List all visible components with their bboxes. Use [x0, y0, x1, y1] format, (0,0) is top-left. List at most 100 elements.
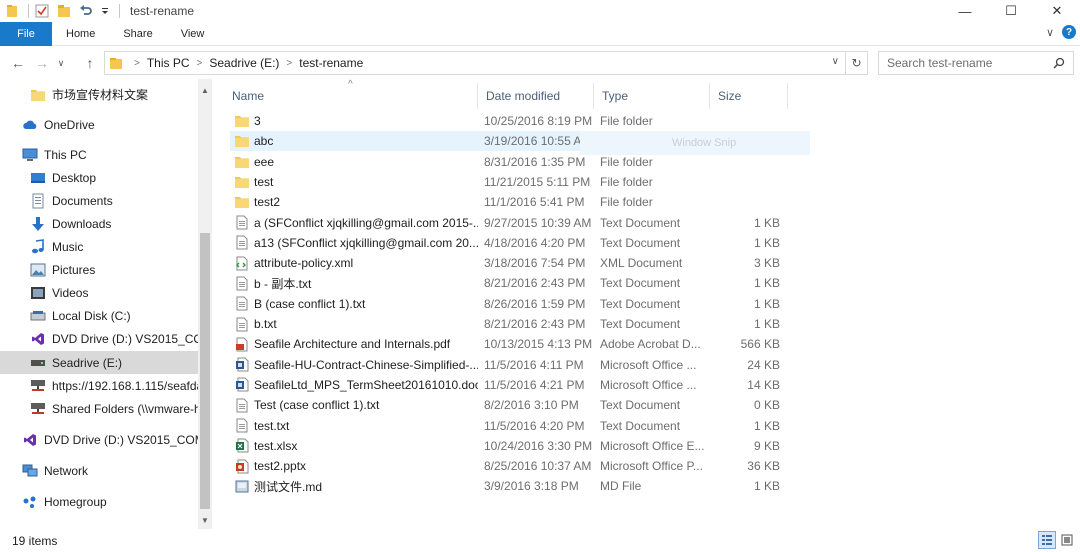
file-name-cell[interactable]: abc — [234, 131, 478, 151]
tab-file[interactable]: File — [0, 21, 52, 46]
item-count: 19 items — [12, 533, 58, 548]
file-name-cell[interactable]: 测试文件.md — [234, 476, 478, 496]
scroll-up-icon[interactable]: ▲ — [198, 83, 212, 97]
recent-locations-button[interactable]: ∨ — [54, 51, 68, 75]
file-name-cell[interactable]: test2 — [234, 192, 478, 212]
file-name-cell[interactable]: 3 — [234, 111, 478, 131]
nav-item-documents[interactable]: Documents — [0, 189, 198, 212]
nav-item-dvd-drive-d-vs2015-com[interactable]: DVD Drive (D:) VS2015_COM_ — [0, 327, 198, 350]
nav-item-市场宣传材料文案[interactable]: 市场宣传材料文案 — [0, 83, 198, 106]
nav-item-dvd-drive-d-vs2015-com-e[interactable]: DVD Drive (D:) VS2015_COM_E — [0, 428, 198, 451]
nav-scrollbar[interactable]: ▲ ▼ — [198, 79, 212, 529]
properties-icon[interactable] — [35, 4, 49, 18]
file-name-cell[interactable]: test.txt — [234, 416, 478, 436]
file-row[interactable]: a (SFConflict xjqkilling@gmail.com 2015-… — [230, 213, 792, 233]
file-name-cell[interactable]: Seafile-HU-Contract-Chinese-Simplified-.… — [234, 355, 478, 375]
nav-item-this-pc[interactable]: This PC — [0, 143, 198, 166]
download-icon — [30, 216, 46, 232]
file-size: 1 KB — [753, 235, 780, 250]
customize-toolbar-dropdown-icon[interactable] — [101, 7, 109, 15]
file-row[interactable]: test 11/21/2015 5:11 PM File folder — [230, 172, 792, 192]
file-name-cell[interactable]: Seafile Architecture and Internals.pdf — [234, 334, 478, 354]
breadcrumb-this-pc[interactable]: This PC — [147, 56, 190, 70]
file-row[interactable]: Seafile-HU-Contract-Chinese-Simplified-.… — [230, 355, 792, 375]
file-name-cell[interactable]: SeafileLtd_MPS_TermSheet20161010.docx — [234, 375, 478, 395]
column-header-name[interactable]: Name — [224, 83, 478, 109]
ribbon-tabs: File Home Share View ∨ ? — [0, 21, 1080, 46]
nav-item-videos[interactable]: Videos — [0, 281, 198, 304]
undo-icon[interactable] — [79, 4, 93, 18]
up-button[interactable]: ↑ — [78, 51, 102, 75]
file-name-cell[interactable]: B (case conflict 1).txt — [234, 294, 478, 314]
help-icon[interactable]: ? — [1062, 25, 1076, 39]
file-row[interactable]: Seafile Architecture and Internals.pdf 10… — [230, 334, 792, 354]
scroll-down-icon[interactable]: ▼ — [198, 513, 212, 527]
chevron-right-icon[interactable]: > — [286, 58, 292, 69]
file-name-cell[interactable]: a (SFConflict xjqkilling@gmail.com 2015-… — [234, 213, 478, 233]
file-row[interactable]: test2.pptx 8/25/2016 10:37 AM Microsoft Of… — [230, 456, 792, 476]
file-row[interactable]: 测试文件.md 3/9/2016 3:18 PM MD File 1 KB — [230, 476, 792, 496]
file-name-cell[interactable]: b - 副本.txt — [234, 273, 478, 293]
back-button[interactable]: ← — [6, 51, 30, 75]
nav-item-homegroup[interactable]: Homegroup — [0, 490, 198, 513]
nav-item-shared-folders-vmware-host[interactable]: Shared Folders (\\vmware-host — [0, 397, 198, 420]
file-row[interactable]: test2 11/1/2016 5:41 PM File folder — [230, 192, 792, 212]
file-row[interactable]: b - 副本.txt 8/21/2016 2:43 PM Text Document… — [230, 273, 792, 293]
search-icon[interactable] — [1053, 57, 1065, 72]
chevron-right-icon[interactable]: > — [134, 58, 140, 69]
chevron-right-icon[interactable]: > — [197, 58, 203, 69]
nav-item-desktop[interactable]: Desktop — [0, 166, 198, 189]
refresh-button[interactable]: ↻ — [846, 51, 868, 75]
file-row[interactable]: B (case conflict 1).txt 8/26/2016 1:59 PM… — [230, 294, 792, 314]
search-input[interactable] — [887, 56, 1047, 70]
tab-home[interactable]: Home — [52, 22, 109, 46]
column-header-type[interactable]: Type — [594, 83, 710, 109]
large-icons-view-icon[interactable] — [1058, 531, 1076, 549]
file-name-cell[interactable]: test — [234, 172, 478, 192]
tab-share[interactable]: Share — [109, 22, 166, 46]
nav-item-local-disk-c[interactable]: Local Disk (C:) — [0, 304, 198, 327]
file-row[interactable]: SeafileLtd_MPS_TermSheet20161010.docx 11/… — [230, 375, 792, 395]
file-row[interactable]: b.txt 8/21/2016 2:43 PM Text Document 1 KB — [230, 314, 792, 334]
details-view-icon[interactable] — [1038, 531, 1056, 549]
nav-item-downloads[interactable]: Downloads — [0, 212, 198, 235]
file-name-cell[interactable]: a13 (SFConflict xjqkilling@gmail.com 20.… — [234, 233, 478, 253]
file-row[interactable]: attribute-policy.xml 3/18/2016 7:54 PM XML… — [230, 253, 792, 273]
file-date: 11/1/2016 5:41 PM — [484, 195, 585, 210]
file-name-cell[interactable]: b.txt — [234, 314, 478, 334]
column-header-size[interactable]: Size — [710, 83, 788, 109]
file-row[interactable]: test.txt 11/5/2016 4:20 PM Text Document 1 … — [230, 416, 792, 436]
maximize-button[interactable]: ☐ — [988, 0, 1034, 22]
nav-item-network[interactable]: Network — [0, 459, 198, 482]
file-row[interactable]: test.xlsx 10/24/2016 3:30 PM Microsoft Off… — [230, 436, 792, 456]
folder-icon — [30, 87, 46, 103]
file-name-cell[interactable]: attribute-policy.xml — [234, 253, 478, 273]
close-button[interactable]: ✕ — [1034, 0, 1080, 22]
file-name-cell[interactable]: test.xlsx — [234, 436, 478, 456]
nav-item-music[interactable]: Music — [0, 235, 198, 258]
search-box[interactable] — [878, 51, 1074, 75]
nav-item-https-192-168-1-115-seafdav[interactable]: https://192.168.1.115/seafdav — [0, 374, 198, 397]
scrollbar-thumb[interactable] — [200, 233, 210, 509]
file-name-cell[interactable]: test2.pptx — [234, 456, 478, 476]
forward-button[interactable]: → — [30, 51, 54, 75]
tab-view[interactable]: View — [167, 22, 219, 46]
expand-ribbon-icon[interactable]: ∨ — [1046, 26, 1054, 39]
vs-icon — [30, 331, 46, 347]
nav-item-label: 市场宣传材料文案 — [52, 88, 149, 102]
address-dropdown-icon[interactable]: ∨ — [832, 56, 839, 67]
breadcrumb-seadrive[interactable]: Seadrive (E:) — [209, 56, 279, 70]
new-folder-icon[interactable] — [57, 4, 71, 18]
file-row[interactable]: 3 10/25/2016 8:19 PM File folder — [230, 111, 792, 131]
column-header-date[interactable]: Date modified — [478, 83, 594, 109]
file-row[interactable]: Test (case conflict 1).txt 8/2/2016 3:10 … — [230, 395, 792, 415]
address-bar[interactable]: > This PC > Seadrive (E:) > test-rename … — [104, 51, 846, 75]
breadcrumb-test-rename[interactable]: test-rename — [299, 56, 363, 70]
file-name-cell[interactable]: eee — [234, 152, 478, 172]
nav-item-pictures[interactable]: Pictures — [0, 258, 198, 281]
nav-item-seadrive-e[interactable]: Seadrive (E:) — [0, 351, 198, 374]
file-row[interactable]: a13 (SFConflict xjqkilling@gmail.com 20.… — [230, 233, 792, 253]
file-name-cell[interactable]: Test (case conflict 1).txt — [234, 395, 478, 415]
nav-item-onedrive[interactable]: OneDrive — [0, 113, 198, 136]
minimize-button[interactable]: — — [942, 0, 988, 22]
